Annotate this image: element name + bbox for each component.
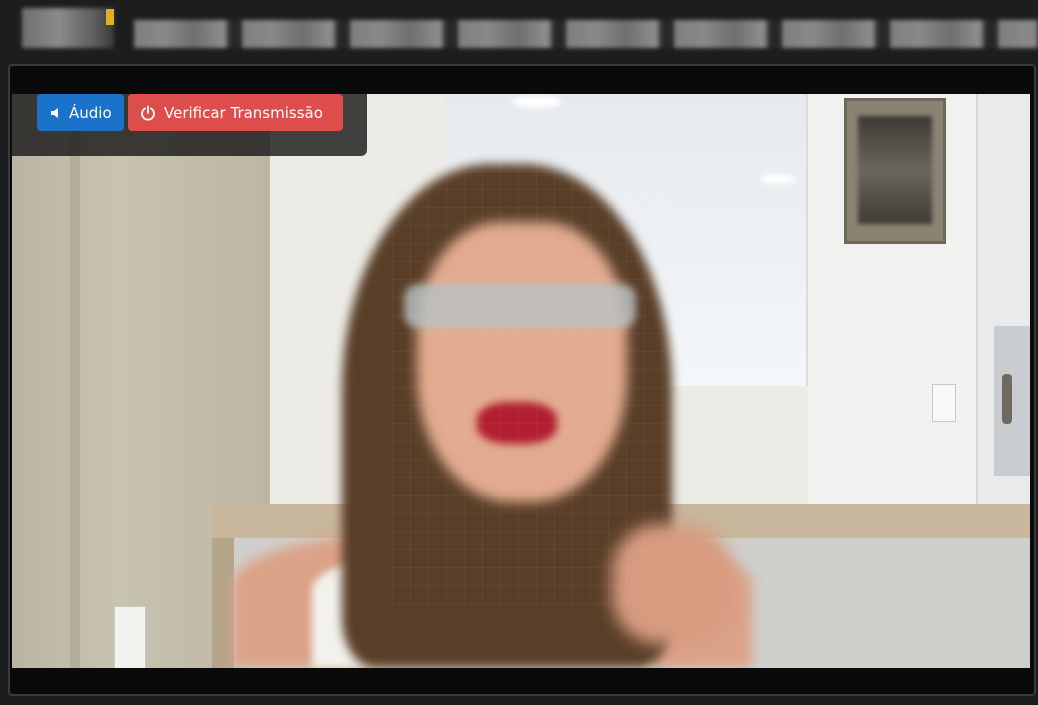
- wall-corner: [70, 94, 80, 668]
- audio-button-label: Áudio: [69, 103, 112, 122]
- ceiling-light: [512, 96, 562, 108]
- verify-transmission-button[interactable]: Verificar Transmissão: [128, 94, 343, 131]
- power-outlet: [114, 606, 146, 668]
- video-feed[interactable]: [12, 94, 1030, 668]
- speaker-icon: [49, 107, 61, 119]
- audio-button[interactable]: Áudio: [37, 94, 124, 131]
- blurred-title: [134, 20, 1038, 48]
- power-icon: [140, 105, 156, 121]
- desk-leg: [212, 538, 234, 668]
- ceiling-light-2: [760, 174, 796, 184]
- verify-button-label: Verificar Transmissão: [164, 103, 323, 122]
- light-switch: [932, 384, 956, 422]
- wall-picture-image: [858, 116, 932, 224]
- logo: [22, 8, 114, 48]
- door-handle: [1002, 374, 1012, 424]
- door-panel: [994, 326, 1030, 476]
- pixelation-overlay: [392, 154, 672, 604]
- top-bar: [0, 0, 1038, 58]
- logo-accent: [106, 9, 114, 25]
